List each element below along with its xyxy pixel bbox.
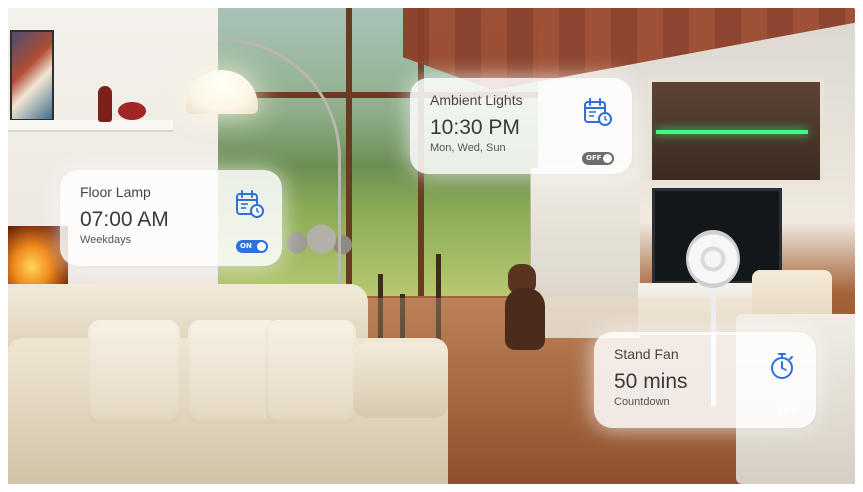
- vase: [118, 102, 146, 120]
- floor-lamp-toggle[interactable]: ON: [236, 240, 268, 253]
- device-name: Ambient Lights: [430, 92, 523, 108]
- stand-fan-card[interactable]: Stand Fan 50 mins Countdown OFF: [594, 332, 816, 428]
- fireplace: [8, 226, 68, 284]
- stand-fan-toggle[interactable]: OFF: [778, 404, 797, 417]
- vase: [98, 86, 112, 122]
- sofa-cushion: [88, 320, 180, 424]
- ambient-lights-toggle[interactable]: OFF: [582, 152, 614, 165]
- ambient-lights-card[interactable]: Ambient Lights 10:30 PM Mon, Wed, Sun OF…: [410, 78, 632, 174]
- sofa-arm: [353, 342, 448, 418]
- toggle-knob: [603, 154, 612, 163]
- stopwatch-icon[interactable]: [766, 350, 798, 382]
- schedule-time: 10:30 PM: [430, 116, 520, 139]
- schedule-days: Weekdays: [80, 234, 132, 246]
- toggle-knob: [257, 242, 266, 251]
- calendar-schedule-icon[interactable]: [234, 188, 266, 220]
- timer-mode: Countdown: [614, 396, 670, 408]
- floor-lamp-card[interactable]: Floor Lamp 07:00 AM Weekdays ON: [60, 170, 282, 266]
- countdown-duration: 50 mins: [614, 370, 688, 393]
- schedule-days: Mon, Wed, Sun: [430, 142, 506, 154]
- stand-fan-head: [686, 230, 740, 288]
- wall-painting: [10, 30, 54, 121]
- toggle-label: OFF: [778, 405, 798, 416]
- device-name: Floor Lamp: [80, 184, 151, 200]
- wall-shelf: [8, 120, 173, 130]
- dog-body: [505, 288, 545, 350]
- toggle-label: ON: [240, 242, 252, 250]
- ambient-light-strip: [656, 130, 808, 134]
- schedule-time: 07:00 AM: [80, 208, 169, 231]
- smart-home-scene: Floor Lamp 07:00 AM Weekdays ON Ambient …: [8, 8, 855, 484]
- calendar-schedule-icon[interactable]: [582, 96, 614, 128]
- device-name: Stand Fan: [614, 346, 679, 362]
- toggle-label: OFF: [586, 154, 602, 162]
- sofa-cushion: [266, 320, 356, 424]
